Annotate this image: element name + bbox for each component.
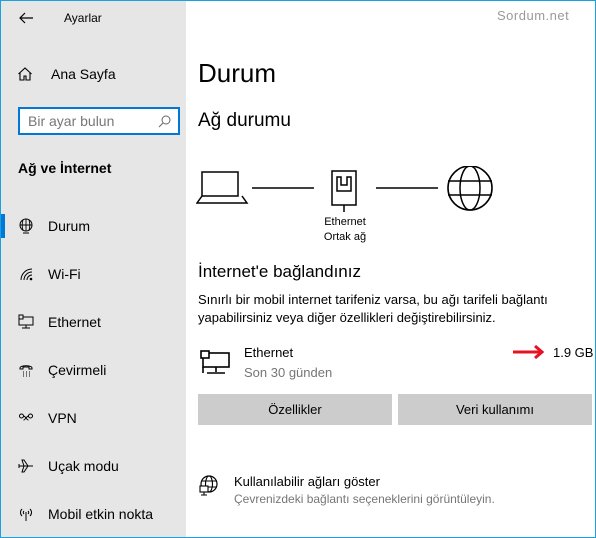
sidebar-item-mobil-etkin-nokta[interactable]: Mobil etkin nokta <box>1 494 186 534</box>
sidebar-item-label: VPN <box>48 410 77 426</box>
available-networks-link[interactable]: Kullanılabilir ağları göster <box>234 474 380 489</box>
hotspot-icon <box>20 508 32 521</box>
sidebar-item-label: Durum <box>48 218 91 234</box>
app-title: Ayarlar <box>64 11 102 25</box>
vpn-icon <box>19 413 33 421</box>
sidebar-item-durum[interactable]: Durum <box>1 206 186 246</box>
sidebar-item-label: Wi-Fi <box>48 266 81 282</box>
sidebar-item-ucak-modu[interactable]: Uçak modu <box>1 446 186 486</box>
back-arrow-icon[interactable] <box>17 9 35 27</box>
network-label: Ethernet Ortak ağ <box>318 215 372 245</box>
data-usage-value: 1.9 GB <box>553 345 594 360</box>
laptop-icon <box>196 171 249 204</box>
sidebar: Ayarlar Ana Sayfa Ağ ve İnternet Durum W… <box>1 1 186 537</box>
sidebar-item-cevirmeli[interactable]: Çevirmeli <box>1 350 186 390</box>
page-title: Durum <box>198 58 277 88</box>
red-arrow-icon <box>513 345 545 359</box>
sidebar-item-label: Uçak modu <box>48 458 119 474</box>
sidebar-item-ethernet[interactable]: Ethernet <box>1 302 186 342</box>
network-name: Ethernet <box>324 216 366 228</box>
available-networks-icon[interactable] <box>199 475 219 497</box>
sidebar-item-wifi[interactable]: Wi-Fi <box>1 254 186 294</box>
properties-button[interactable]: Özellikler <box>198 394 392 425</box>
watermark: Sordum.net <box>497 8 570 23</box>
home-label: Ana Sayfa <box>51 66 116 82</box>
search-input[interactable] <box>28 112 148 130</box>
connected-heading: İnternet'e bağlandınız <box>198 262 361 281</box>
airplane-icon <box>18 459 33 473</box>
connected-description: Sınırlı bir mobil internet tarifeniz var… <box>198 292 548 325</box>
data-usage-button[interactable]: Veri kullanımı <box>398 394 592 425</box>
section-title: Ağ ve İnternet <box>18 160 112 176</box>
globe-icon <box>447 166 493 211</box>
search-box[interactable] <box>18 107 180 135</box>
active-indicator <box>1 214 5 238</box>
network-status-heading: Ağ durumu <box>198 110 291 131</box>
home-link[interactable]: Ana Sayfa <box>17 66 116 82</box>
connection-period: Son 30 günden <box>244 365 333 380</box>
search-icon[interactable] <box>158 115 171 128</box>
sidebar-item-vpn[interactable]: VPN <box>1 398 186 438</box>
home-icon <box>18 67 32 81</box>
ethernet-icon <box>18 314 34 329</box>
sidebar-item-label: Ethernet <box>48 314 101 330</box>
sidebar-item-label: Mobil etkin nokta <box>48 506 154 522</box>
globe-pc-icon <box>19 218 33 234</box>
dialup-phone-icon <box>19 365 33 377</box>
connection-name: Ethernet <box>244 345 294 360</box>
ethernet-port-icon <box>331 170 357 212</box>
available-networks-description: Çevrenizdeki bağlantı seçeneklerini görü… <box>234 492 495 506</box>
wifi-icon <box>20 268 33 281</box>
network-type: Ortak ağ <box>323 231 367 243</box>
sidebar-item-label: Çevirmeli <box>48 362 107 378</box>
ethernet-adapter-icon <box>200 350 230 374</box>
